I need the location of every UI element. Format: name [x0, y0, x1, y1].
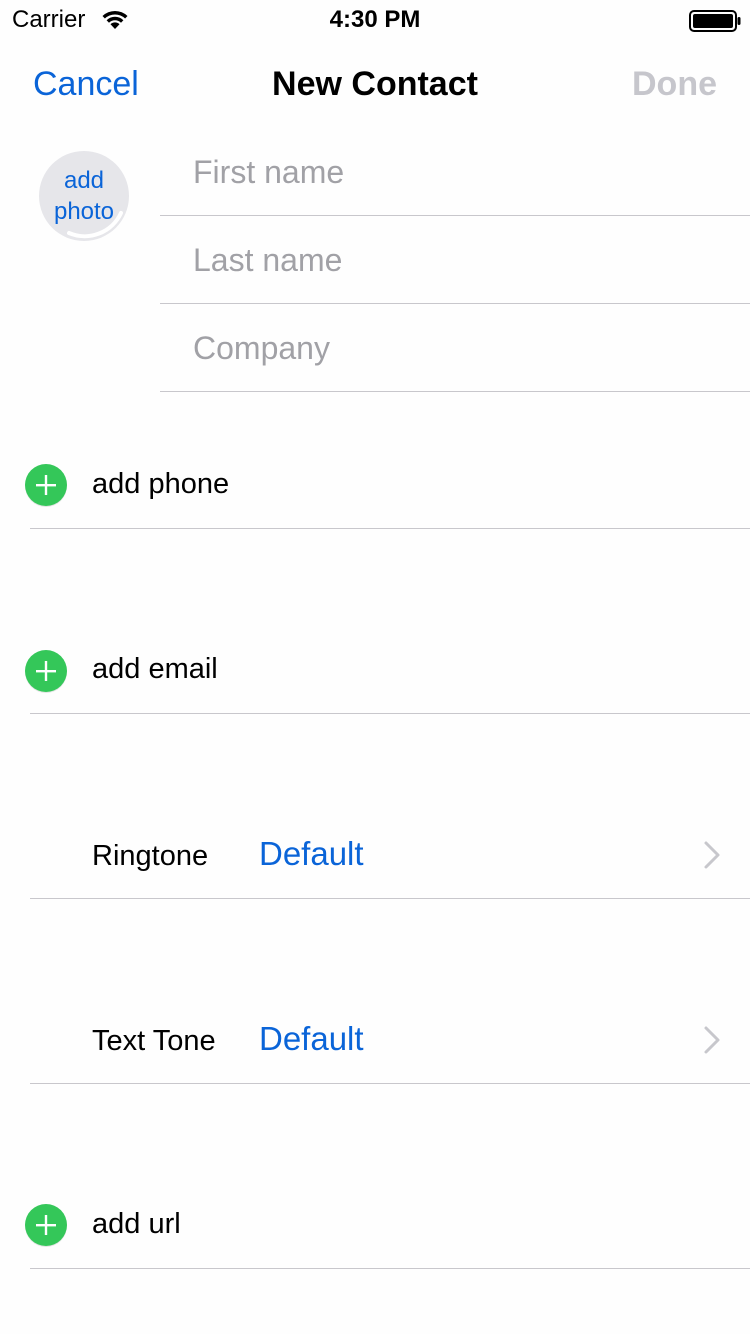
- first-name-field[interactable]: [193, 129, 733, 215]
- divider: [30, 713, 750, 714]
- done-button[interactable]: Done: [632, 62, 717, 106]
- divider: [30, 528, 750, 529]
- chevron-right-icon: [704, 1026, 720, 1054]
- add-photo-line2: photo: [53, 198, 115, 225]
- add-url-label: add url: [92, 1208, 181, 1240]
- add-email-plus-icon[interactable]: [24, 649, 68, 693]
- add-phone-label: add phone: [92, 468, 230, 500]
- text-tone-value: Default: [259, 1020, 364, 1057]
- add-url-plus-icon[interactable]: [24, 1203, 68, 1247]
- divider: [30, 898, 750, 899]
- last-name-field[interactable]: [193, 217, 733, 303]
- add-photo-label: add photo: [39, 165, 129, 227]
- status-time: 4:30 PM: [329, 6, 421, 33]
- ringtone-label: Ringtone: [92, 840, 209, 872]
- last-name-row: [160, 217, 750, 304]
- divider: [30, 1083, 750, 1084]
- battery-icon: [689, 10, 741, 32]
- company-row: [160, 305, 750, 392]
- text-tone-label: Text Tone: [92, 1025, 216, 1057]
- add-email-label: add email: [92, 653, 218, 685]
- divider: [30, 1268, 750, 1269]
- ringtone-value: Default: [259, 835, 364, 872]
- company-field[interactable]: [193, 305, 733, 391]
- add-photo-button[interactable]: add photo: [39, 151, 129, 241]
- add-phone-plus-icon[interactable]: [24, 463, 68, 507]
- add-photo-line1: add: [63, 167, 105, 194]
- chevron-right-icon: [704, 841, 720, 869]
- first-name-row: [160, 129, 750, 216]
